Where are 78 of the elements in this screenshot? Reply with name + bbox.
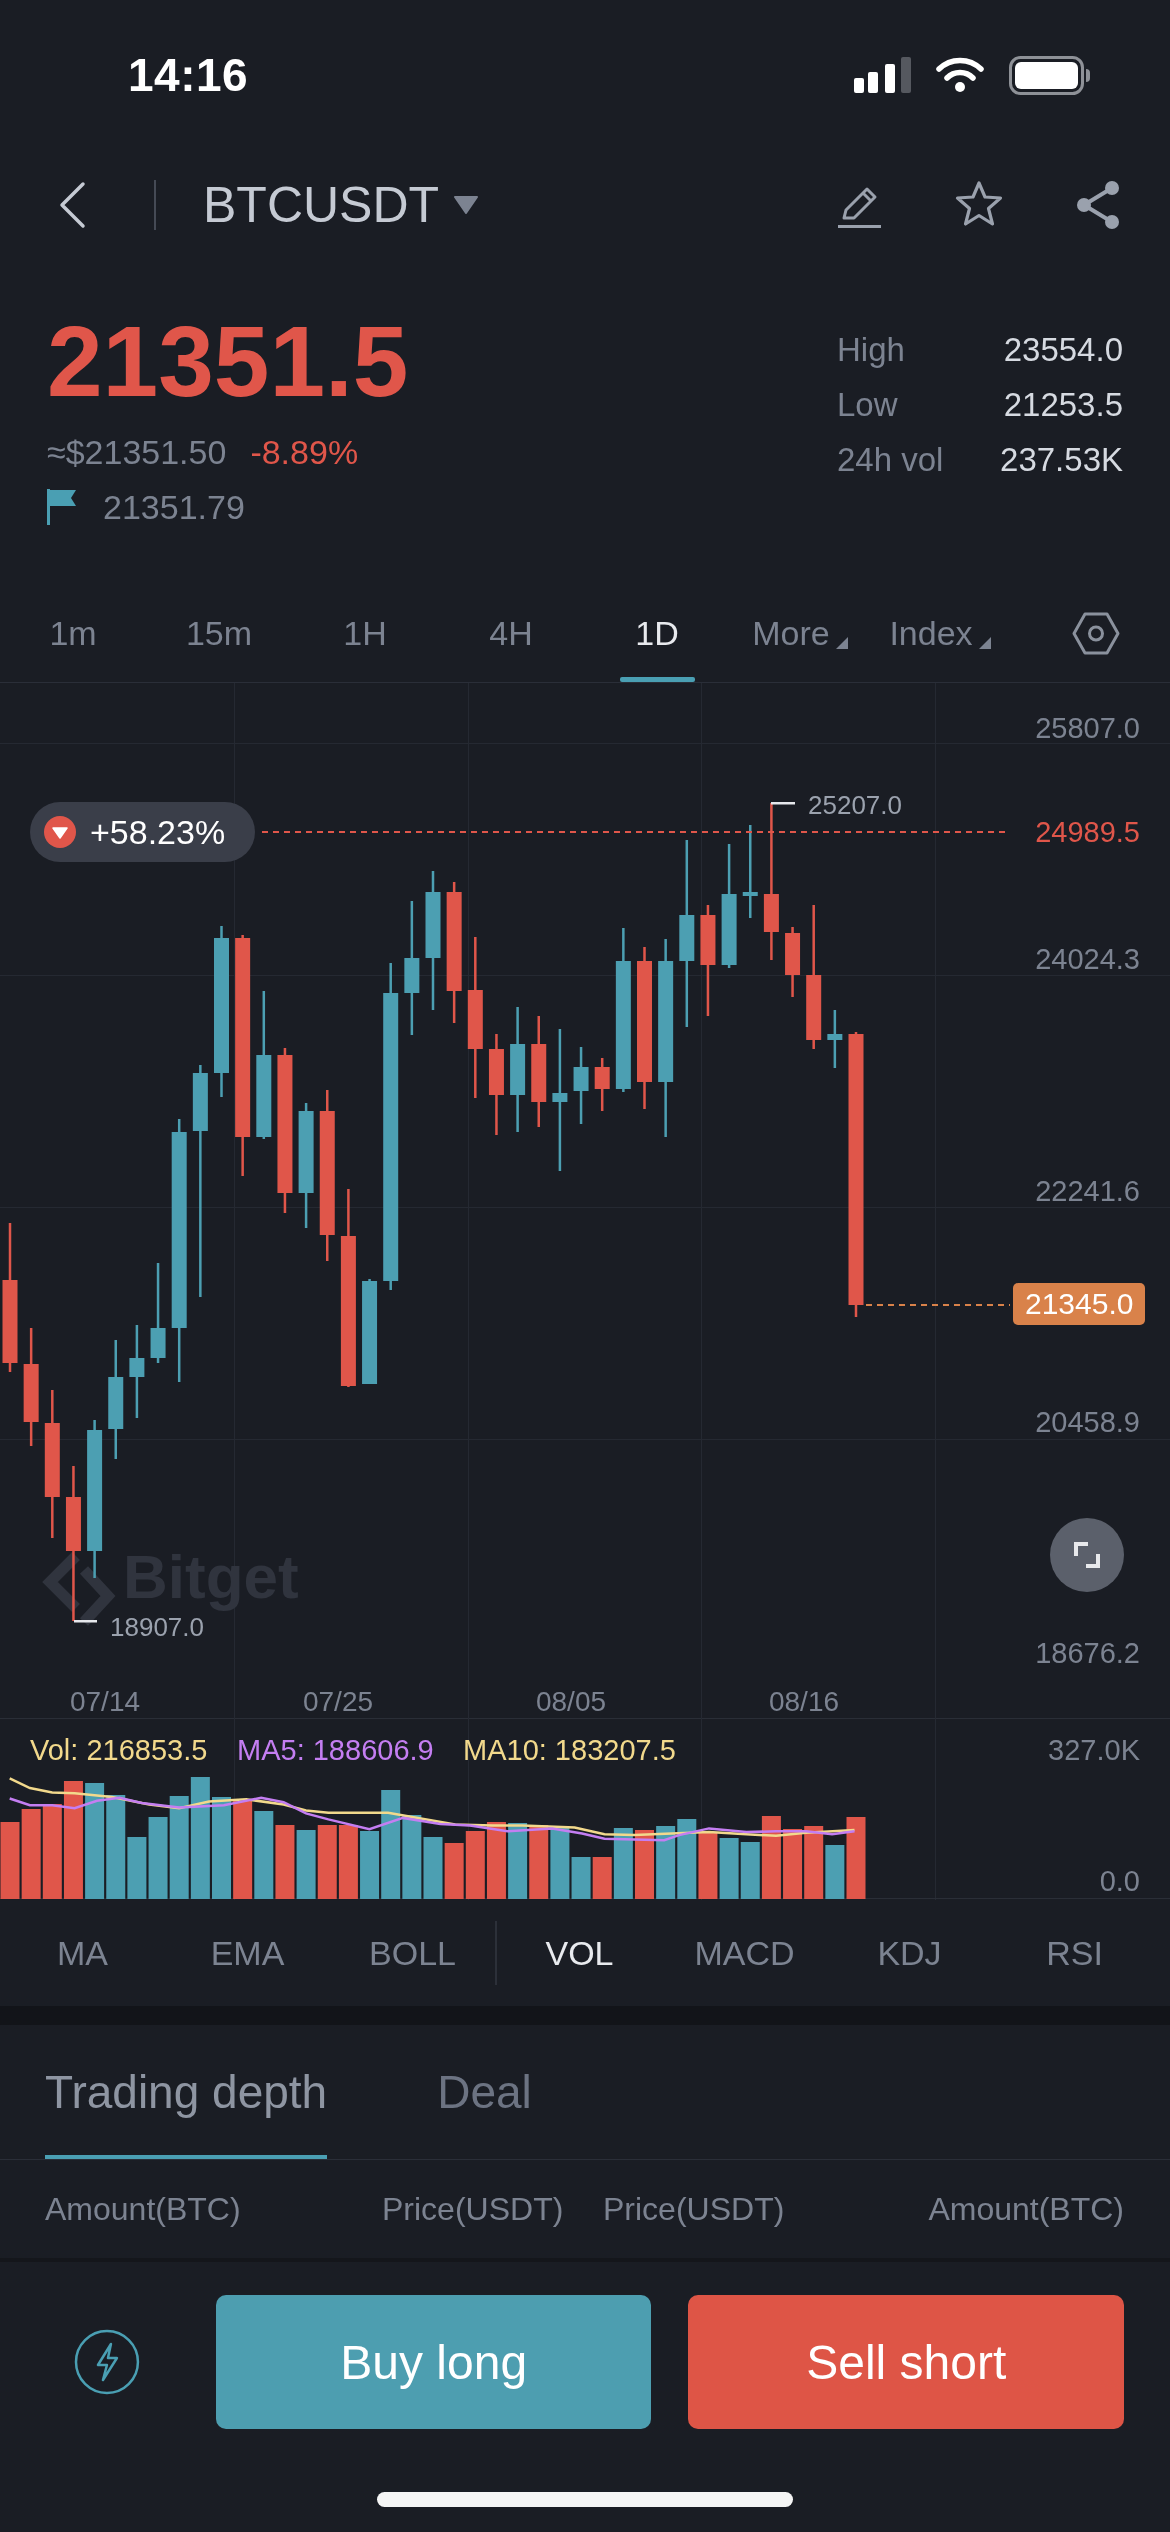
depth-tab[interactable]: Deal (437, 2025, 532, 2159)
lightning-icon[interactable] (74, 2329, 140, 2395)
interval-tab[interactable]: 1m (0, 585, 146, 682)
indicator-tab[interactable]: MA (0, 1921, 165, 1985)
price-axis-label: 22241.6 (1035, 1174, 1140, 1207)
low-price-label: 18907.0 (110, 1612, 204, 1642)
signal-icon (854, 57, 911, 93)
settings-icon[interactable] (1072, 612, 1120, 655)
mark-price: 21351.79 (103, 487, 245, 527)
fullscreen-icon[interactable] (1050, 1518, 1124, 1592)
last-price-label: 21345.0 (1013, 1283, 1146, 1325)
range-change-text: +58.23% (90, 812, 226, 852)
volume-reading: Vol: 216853.5 (30, 1734, 208, 1766)
interval-tab[interactable]: 15m (146, 585, 292, 682)
volume-bar (635, 1830, 654, 1899)
battery-icon (1009, 55, 1091, 95)
price-axis-label: 24024.3 (1035, 943, 1140, 976)
volume-reading: MA10: 183207.5 (463, 1734, 676, 1766)
depth-tab[interactable]: Trading depth (45, 2025, 328, 2159)
dropdown-tab[interactable]: Index (870, 585, 1010, 682)
date-axis-label: 07/14 (69, 1685, 141, 1717)
last-price: 21351.5 (47, 311, 409, 411)
volume-bar (444, 1843, 464, 1899)
volume-axis-label: 0.0 (1099, 1865, 1140, 1897)
indicator-tab[interactable]: BOLL (330, 1921, 495, 1985)
column-header: Amount(BTC) (928, 2190, 1124, 2228)
interval-tab[interactable]: 4H (438, 585, 584, 682)
price-axis-label: 20458.9 (1035, 1405, 1140, 1438)
share-icon[interactable] (1075, 180, 1121, 230)
stat-value: 23554.0 (1003, 330, 1123, 370)
indicator-tab[interactable]: EMA (165, 1921, 330, 1985)
stat-label: 24h vol (837, 440, 944, 480)
date-axis-label: 08/16 (768, 1685, 840, 1717)
status-time: 14:16 (128, 48, 249, 102)
usd-value: ≈$21351.50 (47, 432, 227, 473)
caret-icon (978, 636, 991, 649)
price-change: -8.89% (250, 432, 359, 473)
indicator-tab[interactable]: RSI (992, 1921, 1157, 1985)
sell-button[interactable]: Sell short (688, 2295, 1124, 2429)
price-axis-label: 18676.2 (1035, 1637, 1140, 1669)
date-axis-label: 07/25 (302, 1685, 374, 1717)
volume-bar (698, 1832, 718, 1899)
price-axis-label: 25807.0 (1035, 712, 1140, 744)
falling-candle (785, 927, 801, 997)
column-header: Price(USDT) (603, 2190, 786, 2228)
indicator-tab[interactable]: VOL (497, 1921, 662, 1985)
falling-candle (594, 1058, 610, 1111)
flag-icon (47, 489, 77, 525)
stat-label: High (837, 330, 905, 370)
volume-bar (783, 1829, 803, 1899)
interval-tab[interactable]: 1D (584, 585, 730, 682)
volume-reading: MA5: 188606.9 (237, 1734, 434, 1766)
caret-down-icon (453, 196, 480, 214)
volume-bar (719, 1838, 739, 1899)
low-marker (74, 1620, 97, 1623)
date-axis-label: 08/05 (535, 1685, 607, 1717)
back-icon[interactable] (58, 181, 86, 229)
symbol-selector[interactable]: BTCUSDT (203, 176, 480, 234)
stat-label: Low (837, 385, 898, 425)
volume-bar (465, 1831, 485, 1899)
column-header: Price(USDT) (382, 2190, 565, 2228)
high-marker (771, 802, 795, 805)
interval-tab[interactable]: 1H (292, 585, 438, 682)
dropdown-tab[interactable]: More (730, 585, 870, 682)
stat-value: 237.53K (1000, 440, 1123, 480)
buy-button[interactable]: Buy long (215, 2295, 652, 2429)
volume-bar (296, 1830, 316, 1899)
high-price-label: 25207.0 (808, 790, 902, 820)
rising-candle (827, 1010, 843, 1068)
caret-icon (835, 636, 848, 649)
volume-bar (423, 1837, 443, 1899)
indicator-tab[interactable]: MACD (662, 1921, 827, 1985)
indicator-tab[interactable]: KDJ (827, 1921, 992, 1985)
stat-value: 21253.5 (1003, 385, 1123, 425)
volume-axis-label: 327.0K (1048, 1734, 1140, 1766)
column-header: Amount(BTC) (45, 2190, 242, 2228)
guide-price-label: 24989.5 (1035, 816, 1140, 848)
wifi-icon (935, 57, 985, 93)
